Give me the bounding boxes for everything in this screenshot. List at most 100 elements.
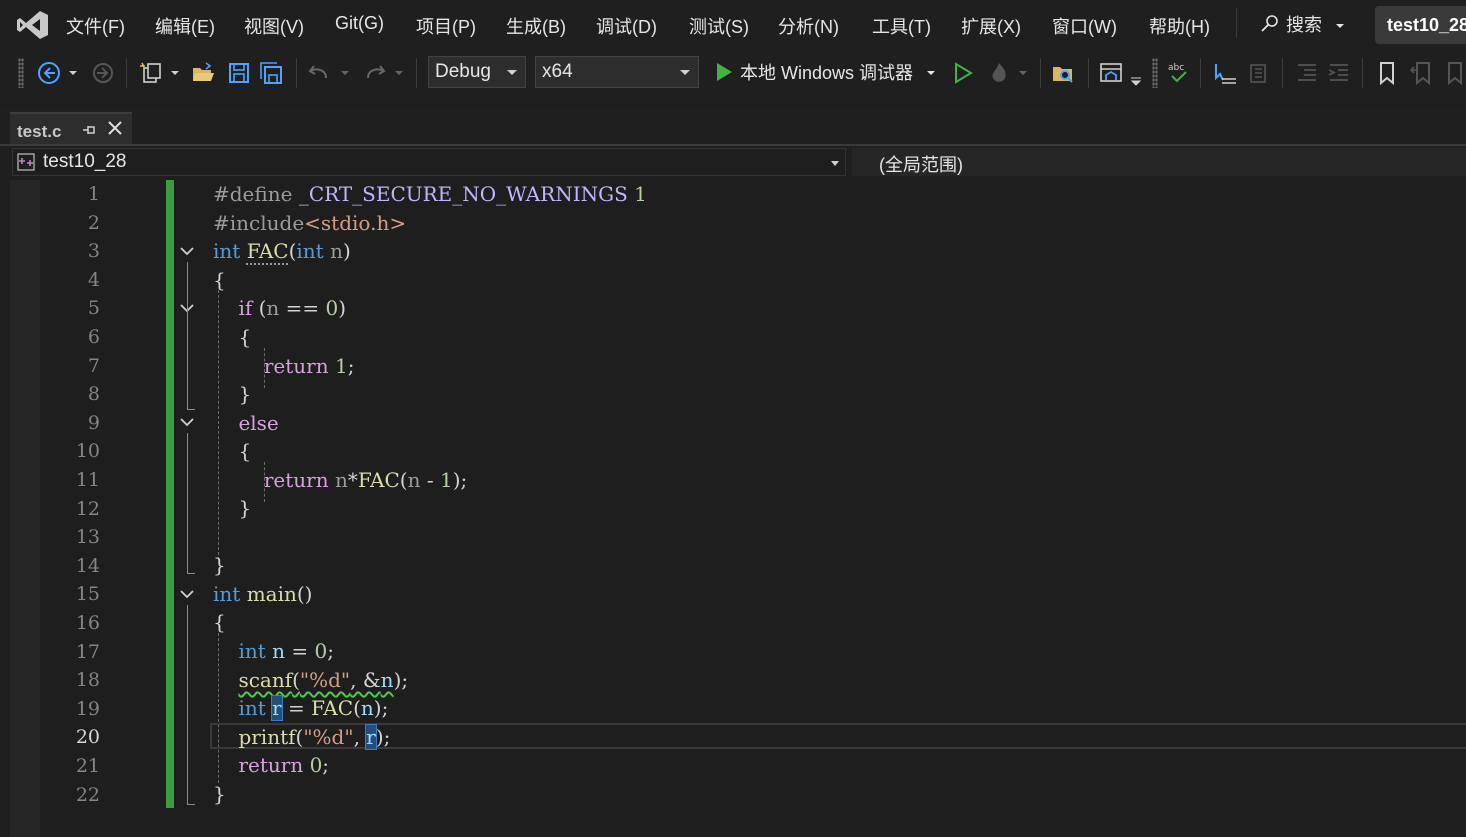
line-number: 8 — [87, 383, 100, 405]
chevron-down-icon[interactable] — [168, 60, 182, 86]
collapse-icon[interactable] — [178, 588, 196, 602]
menu-divider — [1236, 8, 1237, 38]
toolbar-divider — [1040, 58, 1041, 88]
chevron-down-icon[interactable] — [338, 60, 352, 86]
document-tab-strip: test.c — [0, 108, 1466, 146]
menu-extensions[interactable]: 扩展(X) — [961, 13, 1021, 39]
hot-reload-icon[interactable] — [986, 60, 1012, 86]
code-line: return n*FAC(n - 1); — [263, 468, 468, 492]
code-line: { — [238, 439, 252, 463]
chevron-down-icon[interactable] — [1016, 60, 1030, 86]
browse-folder-icon[interactable] — [1050, 60, 1076, 86]
start-debugging-button[interactable]: 本地 Windows 调试器 — [714, 59, 944, 85]
menu-build[interactable]: 生成(B) — [506, 13, 566, 39]
code-line: printf("%d", r); — [238, 724, 391, 750]
scope-dropdown[interactable]: (全局范围) — [852, 148, 1466, 176]
next-bookmark-icon[interactable] — [1440, 60, 1466, 86]
outdent-icon[interactable] — [1294, 60, 1320, 86]
line-number: 21 — [75, 755, 100, 777]
code-line: #define _CRT_SECURE_NO_WARNINGS 1 — [213, 182, 647, 206]
bookmark-icon[interactable] — [1374, 60, 1400, 86]
project-dropdown[interactable]: test10_28 — [12, 148, 846, 176]
line-number: 17 — [75, 641, 100, 663]
navigate-back-icon[interactable] — [36, 60, 62, 86]
indicator-margin — [10, 180, 40, 837]
quick-info-icon[interactable] — [1246, 60, 1272, 86]
toolbar-grip[interactable] — [1152, 58, 1158, 88]
chevron-down-icon — [1336, 24, 1345, 28]
menu-analyze[interactable]: 分析(N) — [778, 13, 839, 39]
macro-name: _CRT_SECURE_NO_WARNINGS — [298, 182, 628, 206]
new-project-icon[interactable] — [138, 60, 164, 86]
solution-name: test10_28 — [1387, 15, 1466, 35]
menu-bar: 文件(F) 编辑(E) 视图(V) Git(G) 项目(P) 生成(B) 调试(… — [0, 0, 1466, 50]
navigate-forward-icon[interactable] — [90, 60, 116, 86]
code-line: } — [238, 382, 252, 406]
previous-bookmark-icon[interactable] — [1408, 60, 1434, 86]
solution-name-badge[interactable]: test10_28 — [1375, 6, 1466, 44]
change-tracking-bar — [166, 180, 174, 808]
indent-icon[interactable] — [1326, 60, 1352, 86]
chevron-down-icon[interactable] — [66, 60, 80, 86]
line-number: 14 — [75, 555, 100, 577]
toolbar-divider — [416, 58, 417, 88]
collapse-icon[interactable] — [178, 416, 196, 430]
svg-text:abc: abc — [1168, 63, 1184, 73]
outline-bracket — [187, 262, 188, 410]
toolbar-divider — [1362, 58, 1363, 88]
search-box[interactable]: 搜索 — [1260, 11, 1353, 37]
toolbar-divider — [296, 58, 297, 88]
collapse-icon[interactable] — [178, 245, 196, 259]
pin-icon[interactable] — [82, 123, 96, 137]
line-number: 7 — [87, 355, 100, 377]
code-line: if (n == 0) — [238, 296, 347, 320]
visual-studio-logo-icon[interactable] — [16, 9, 50, 41]
configuration-select[interactable]: Debug — [428, 56, 526, 88]
open-folder-icon[interactable] — [190, 60, 216, 86]
menu-file[interactable]: 文件(F) — [66, 13, 125, 39]
line-number: 16 — [75, 612, 100, 634]
spell-check-icon[interactable]: abc — [1166, 60, 1192, 86]
chevron-down-icon[interactable] — [392, 60, 406, 86]
undo-icon[interactable] — [306, 60, 332, 86]
search-label: 搜索 — [1286, 15, 1322, 35]
code-line: return 0; — [238, 753, 330, 777]
menu-window[interactable]: 窗口(W) — [1052, 13, 1117, 39]
menu-edit[interactable]: 编辑(E) — [155, 13, 215, 39]
toolbar-grip[interactable] — [18, 58, 24, 88]
line-number: 15 — [75, 583, 100, 605]
start-without-debugging-icon[interactable] — [950, 60, 976, 86]
line-number: 19 — [75, 698, 100, 720]
menu-help[interactable]: 帮助(H) — [1149, 13, 1210, 39]
tab-test-c[interactable]: test.c — [10, 112, 132, 146]
menu-git[interactable]: Git(G) — [335, 13, 384, 34]
platform-select[interactable]: x64 — [535, 56, 699, 88]
line-number: 13 — [75, 526, 100, 548]
line-number: 18 — [75, 669, 100, 691]
line-number: 9 — [87, 412, 100, 434]
menu-tools[interactable]: 工具(T) — [872, 13, 931, 39]
line-number: 2 — [87, 212, 100, 234]
save-icon[interactable] — [226, 60, 252, 86]
run-label: 本地 Windows 调试器 — [740, 63, 914, 83]
configuration-value: Debug — [435, 61, 491, 82]
select-icon[interactable] — [1212, 60, 1238, 86]
home-window-icon[interactable] — [1098, 60, 1124, 86]
line-number: 11 — [75, 469, 100, 491]
chevron-down-icon — [680, 70, 690, 75]
code-editor[interactable]: 1 2 3 4 5 6 7 8 9 10 11 12 13 14 15 16 17 18 19 20 21 22 #def… — [0, 180, 1466, 837]
current-line-highlight — [210, 723, 1466, 749]
highlighted-reference: r — [365, 724, 377, 750]
code-line: } — [213, 782, 226, 806]
menu-debug[interactable]: 调试(D) — [596, 13, 657, 39]
outline-bracket — [187, 409, 195, 410]
line-number: 3 — [87, 240, 100, 262]
close-icon[interactable] — [106, 119, 124, 137]
redo-icon[interactable] — [362, 60, 388, 86]
menu-project[interactable]: 项目(P) — [416, 13, 476, 39]
menu-test[interactable]: 测试(S) — [689, 13, 749, 39]
chevron-down-icon[interactable] — [1128, 60, 1144, 86]
save-all-icon[interactable] — [258, 60, 284, 86]
define-directive: #define — [213, 182, 299, 206]
menu-view[interactable]: 视图(V) — [244, 13, 304, 39]
